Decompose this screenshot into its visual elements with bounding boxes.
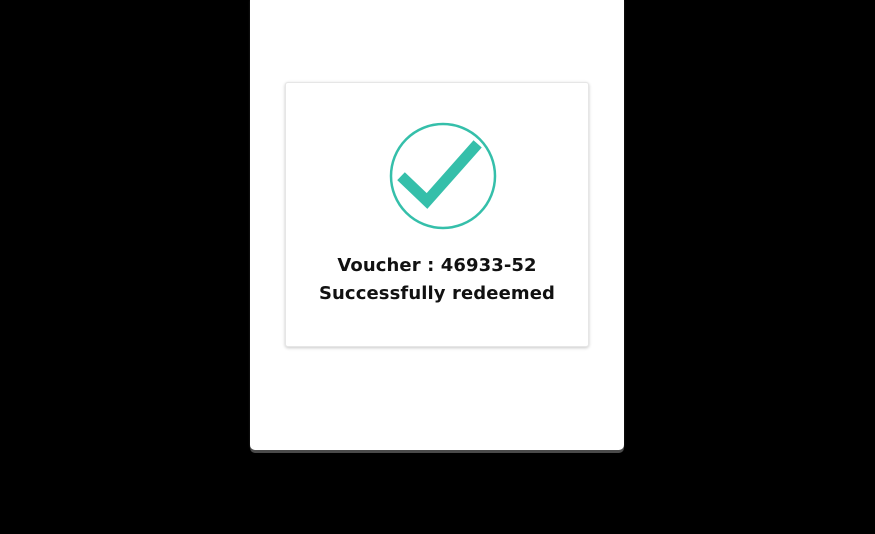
redemption-result-card: Voucher : 46933-52 Successfully redeemed (285, 82, 589, 347)
voucher-number: Voucher : 46933-52 (337, 255, 537, 276)
screen-panel: Voucher : 46933-52 Successfully redeemed (250, 0, 624, 450)
redemption-status: Successfully redeemed (318, 283, 556, 304)
check-circle-icon (389, 122, 497, 230)
